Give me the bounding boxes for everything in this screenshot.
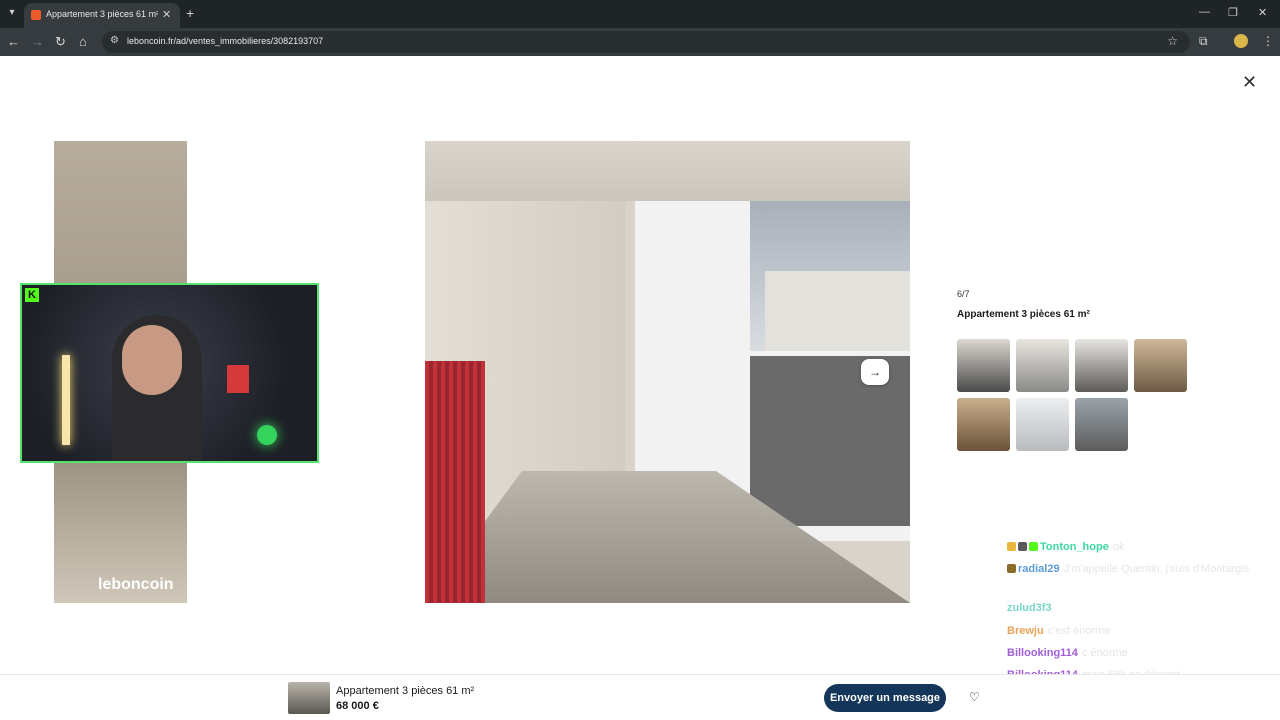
chat-username: Brewju	[1007, 625, 1044, 637]
send-message-button[interactable]: Envoyer un message	[824, 684, 946, 712]
chat-text: ok	[1112, 541, 1125, 553]
photo-thumbnail[interactable]	[957, 339, 1010, 392]
profile-avatar-icon[interactable]	[1234, 34, 1248, 48]
listing-bottom-bar: Appartement 3 pièces 61 m² 68 000 € Envo…	[0, 674, 1280, 720]
chat-badge-icon	[1007, 564, 1016, 573]
chat-badge-icon	[1007, 542, 1016, 551]
chat-username: Billooking114	[1007, 647, 1078, 659]
photo-thumbnail[interactable]	[957, 398, 1010, 451]
chat-badge-icon	[1018, 542, 1027, 551]
photo-ceiling	[425, 141, 910, 201]
home-icon[interactable]: ⌂	[79, 34, 87, 49]
photo-thumbnail[interactable]	[1016, 339, 1069, 392]
chat-message: radial29 J'm'appelle Quentin, j'suis d'Mo…	[1007, 563, 1249, 575]
url-text[interactable]: leboncoin.fr/ad/ventes_immobilieres/3082…	[127, 36, 323, 46]
kick-logo-icon: K	[25, 288, 39, 302]
listing-price: 68 000 €	[336, 700, 379, 712]
chat-message: zulud3f3	[1007, 602, 1052, 614]
tab-close-icon[interactable]: ✕	[162, 8, 171, 21]
browser-menu-icon[interactable]: ⋮	[1262, 34, 1274, 48]
chat-text: c énorme	[1081, 647, 1128, 659]
chat-badge-icon	[1029, 542, 1038, 551]
photo-thumbnail[interactable]	[1016, 398, 1069, 451]
reload-icon[interactable]: ↻	[55, 34, 66, 50]
chat-text: c'est énorme	[1047, 625, 1111, 637]
photo-red-railing	[425, 361, 485, 603]
main-listing-photo[interactable]: →	[425, 141, 910, 603]
chat-text: J'm'appelle Quentin, j'suis d'Montargis	[1063, 563, 1250, 575]
streamer-face	[122, 325, 182, 395]
restore-window-icon[interactable]: ❐	[1228, 6, 1238, 19]
new-tab-button[interactable]: +	[186, 5, 194, 21]
extensions-icon[interactable]: ⧉	[1199, 34, 1208, 49]
browser-toolbar: ← → ↻ ⌂ ⚙ leboncoin.fr/ad/ventes_immobil…	[0, 28, 1280, 56]
webcam-green-light	[257, 425, 277, 445]
leboncoin-watermark: leboncoin	[98, 576, 174, 593]
photo-thumbnail[interactable]	[1134, 339, 1187, 392]
chat-message: Brewju c'est énorme	[1007, 625, 1110, 637]
chat-username: radial29	[1018, 563, 1060, 575]
favorite-heart-icon[interactable]: ♡	[969, 690, 980, 704]
tab-search-dropdown-icon[interactable]: ▾	[4, 5, 20, 21]
bottom-listing-title: Appartement 3 pièces 61 m²	[336, 685, 475, 697]
next-photo-arrow-icon[interactable]: →	[861, 359, 889, 385]
browser-tab-bar: ▾ Appartement 3 pièces 61 m² - l ✕ + — ❐…	[0, 0, 1280, 28]
bookmark-star-icon[interactable]: ☆	[1167, 34, 1178, 48]
webcam-background-object	[227, 365, 249, 393]
chat-message: Billooking114 c énorme	[1007, 647, 1128, 659]
site-info-icon[interactable]: ⚙	[110, 35, 119, 46]
chat-username: zulud3f3	[1007, 602, 1052, 614]
leboncoin-favicon-icon	[31, 10, 41, 20]
photo-counter: 6/7	[957, 289, 970, 299]
back-icon[interactable]: ←	[7, 34, 20, 49]
address-bar[interactable]: ⚙ leboncoin.fr/ad/ventes_immobilieres/30…	[102, 31, 1190, 53]
forward-icon[interactable]: →	[31, 34, 44, 49]
gallery-close-icon[interactable]: ✕	[1242, 72, 1257, 93]
listing-thumbnail[interactable]	[288, 682, 330, 714]
tab-title: Appartement 3 pièces 61 m² - l	[46, 9, 158, 19]
minimize-window-icon[interactable]: —	[1199, 6, 1210, 18]
photo-thumbnail[interactable]	[1075, 398, 1128, 451]
close-window-icon[interactable]: ✕	[1258, 6, 1267, 19]
browser-tab-active[interactable]: Appartement 3 pièces 61 m² - l ✕	[24, 3, 180, 28]
photo-building	[765, 271, 910, 351]
webcam-lamp	[62, 355, 70, 445]
chat-message: Tonton_hope ok	[1007, 541, 1124, 553]
photo-thumbnail[interactable]	[1075, 339, 1128, 392]
streamer-webcam-overlay: K	[20, 283, 319, 463]
chat-username: Tonton_hope	[1040, 541, 1109, 553]
listing-title: Appartement 3 pièces 61 m²	[957, 309, 1090, 320]
